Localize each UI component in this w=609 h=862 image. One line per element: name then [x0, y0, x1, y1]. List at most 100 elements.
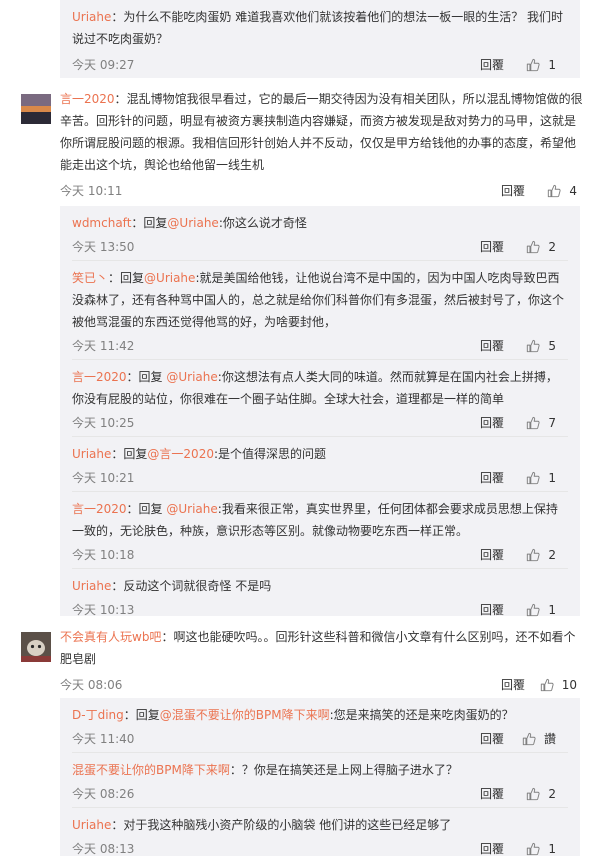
like-button[interactable]: 讚	[522, 726, 556, 752]
like-count: 2	[548, 787, 556, 801]
comment-time: 今天 10:11	[60, 184, 123, 198]
thumbs-up-icon	[526, 240, 540, 254]
like-count: 1	[548, 603, 556, 617]
like-button[interactable]: 1	[526, 52, 556, 78]
reply-button[interactable]: 回覆	[480, 410, 504, 436]
reply-item: 混蛋不要让你的BPM降下来啊：？你是在搞笑还是上网上得脑子进水了？ 今天 08:…	[60, 753, 580, 807]
reply-item: 言一2020：回复 @Uriahe:我看来很正常，真实世界里，任何团体都会要求成…	[60, 492, 580, 568]
reply-username[interactable]: 言一2020	[72, 370, 127, 384]
avatar[interactable]	[21, 94, 51, 124]
like-count: 7	[548, 416, 556, 430]
reply-list: D-丁ding：回复@混蛋不要让你的BPM降下来啊:您是来搞笑的还是来吃肉蛋奶的…	[60, 698, 580, 856]
mention-link[interactable]: @言一2020	[147, 447, 214, 461]
like-button[interactable]: 4	[547, 178, 577, 204]
like-button[interactable]: 5	[526, 333, 556, 359]
reply-button[interactable]: 回覆	[480, 781, 504, 807]
reply-username[interactable]: D-丁ding	[72, 708, 124, 722]
reply-button[interactable]: 回覆	[480, 597, 504, 623]
reply-time: 今天 10:21	[72, 471, 135, 485]
thumbs-up-icon	[526, 603, 540, 617]
like-button[interactable]: 2	[526, 542, 556, 568]
like-button[interactable]: 7	[526, 410, 556, 436]
reply-button[interactable]: 回覆	[480, 836, 504, 862]
thumbs-up-icon	[526, 339, 540, 353]
reply-time: 今天 10:18	[72, 548, 135, 562]
thumbs-up-icon	[547, 184, 561, 198]
like-count: 4	[569, 184, 577, 198]
thumbs-up-icon	[526, 58, 540, 72]
reply-button[interactable]: 回覆	[480, 465, 504, 491]
reply-item: Uriahe：回复@言一2020:是个值得深思的问题 今天 10:21 回覆 1	[60, 437, 580, 491]
reply-button[interactable]: 回覆	[501, 672, 525, 698]
like-button[interactable]: 2	[526, 781, 556, 807]
mention-link[interactable]: @Uriahe	[167, 216, 218, 230]
reply-list: wdmchaft：回复@Uriahe:你这么说才奇怪 今天 13:50 回覆 2…	[60, 206, 580, 617]
reply-time: 今天 13:50	[72, 240, 135, 254]
reply-text: :您是来搞笑的还是来吃肉蛋奶的？	[329, 708, 514, 722]
reply-username[interactable]: 笑已丶	[72, 271, 108, 285]
reply-list-top: Uriahe：为什么不能吃肉蛋奶 难道我喜欢他们就该按着他们的想法一板一眼的生活…	[60, 0, 580, 78]
comment-username[interactable]: 不会真有人玩wb吧	[60, 630, 161, 644]
like-count: 5	[548, 339, 556, 353]
mention-link[interactable]: @Uriahe	[144, 271, 195, 285]
thumbs-up-icon	[526, 471, 540, 485]
reply-text: ：为什么不能吃肉蛋奶 难道我喜欢他们就该按着他们的想法一板一眼的生活？ 我们时说…	[72, 10, 564, 46]
reply-text: :是个值得深思的问题	[213, 447, 327, 461]
reply-username[interactable]: wdmchaft	[72, 216, 131, 230]
reply-username[interactable]: 言一2020	[72, 502, 127, 516]
reply-time: 今天 09:27	[72, 58, 135, 72]
reply-item: 笑已丶：回复@Uriahe:就是美国给他钱，让他说台湾不是中国的，因为中国人吃肉…	[60, 261, 580, 359]
comment-feed: Uriahe：为什么不能吃肉蛋奶 难道我喜欢他们就该按着他们的想法一板一眼的生活…	[0, 0, 609, 856]
reply-time: 今天 10:25	[72, 416, 135, 430]
reply-time: 今天 11:40	[72, 732, 135, 746]
mention-link[interactable]: @混蛋不要让你的BPM降下来啊	[160, 708, 330, 722]
like-button[interactable]: 1	[526, 465, 556, 491]
thumbs-up-icon	[540, 678, 554, 692]
reply-item: wdmchaft：回复@Uriahe:你这么说才奇怪 今天 13:50 回覆 2	[60, 206, 580, 260]
reply-button[interactable]: 回覆	[480, 542, 504, 568]
reply-time: 今天 08:13	[72, 842, 135, 856]
reply-item: D-丁ding：回复@混蛋不要让你的BPM降下来啊:您是来搞笑的还是来吃肉蛋奶的…	[60, 698, 580, 752]
reply-username[interactable]: Uriahe	[72, 818, 111, 832]
thumbs-up-icon	[522, 732, 536, 746]
reply-time: 今天 08:26	[72, 787, 135, 801]
like-count: 讚	[543, 732, 556, 746]
like-button[interactable]: 2	[526, 234, 556, 260]
comment-time: 今天 08:06	[60, 678, 123, 692]
thumbs-up-icon	[526, 787, 540, 801]
reply-time: 今天 11:42	[72, 339, 135, 353]
comment-text: 混乱博物馆我很早看过，它的最后一期交待因为没有相关团队，所以混乱博物馆做的很辛苦…	[60, 92, 583, 172]
reply-username[interactable]: 混蛋不要让你的BPM降下来啊	[72, 763, 230, 777]
thumbs-up-icon	[526, 416, 540, 430]
avatar[interactable]	[21, 632, 51, 662]
like-count: 2	[548, 240, 556, 254]
like-button[interactable]: 1	[526, 597, 556, 623]
comment-username[interactable]: 言一2020	[60, 92, 115, 106]
reply-button[interactable]: 回覆	[480, 333, 504, 359]
thumbs-up-icon	[526, 842, 540, 856]
reply-item: Uriahe：为什么不能吃肉蛋奶 难道我喜欢他们就该按着他们的想法一板一眼的生活…	[60, 0, 580, 78]
reply-button[interactable]: 回覆	[501, 178, 525, 204]
reply-username[interactable]: Uriahe	[72, 10, 111, 24]
reply-button[interactable]: 回覆	[480, 726, 504, 752]
like-button[interactable]: 10	[540, 672, 577, 698]
like-count: 2	[548, 548, 556, 562]
mention-link[interactable]: @Uriahe	[166, 502, 217, 516]
reply-text: :你这么说才奇怪	[218, 216, 307, 230]
like-count: 1	[548, 842, 556, 856]
like-button[interactable]: 1	[526, 836, 556, 862]
reply-item: 言一2020：回复 @Uriahe:你这想法有点人类大同的味道。然而就算是在国内…	[60, 360, 580, 436]
mention-link[interactable]: @Uriahe	[166, 370, 217, 384]
reply-item: Uriahe：反动这个词就很奇怪 不是吗 今天 10:13 回覆 1	[60, 569, 580, 623]
thumbs-up-icon	[526, 548, 540, 562]
reply-username[interactable]: Uriahe	[72, 579, 111, 593]
like-count: 10	[561, 678, 577, 692]
reply-text: 对于我这种脑残小资产阶级的小脑袋 他们讲的这些已经足够了	[123, 818, 452, 832]
reply-username[interactable]: Uriahe	[72, 447, 111, 461]
reply-button[interactable]: 回覆	[480, 52, 504, 78]
like-count: 1	[548, 58, 556, 72]
reply-time: 今天 10:13	[72, 603, 135, 617]
reply-text: 反动这个词就很奇怪 不是吗	[123, 579, 272, 593]
reply-button[interactable]: 回覆	[480, 234, 504, 260]
reply-item: Uriahe：对于我这种脑残小资产阶级的小脑袋 他们讲的这些已经足够了 今天 0…	[60, 808, 580, 862]
